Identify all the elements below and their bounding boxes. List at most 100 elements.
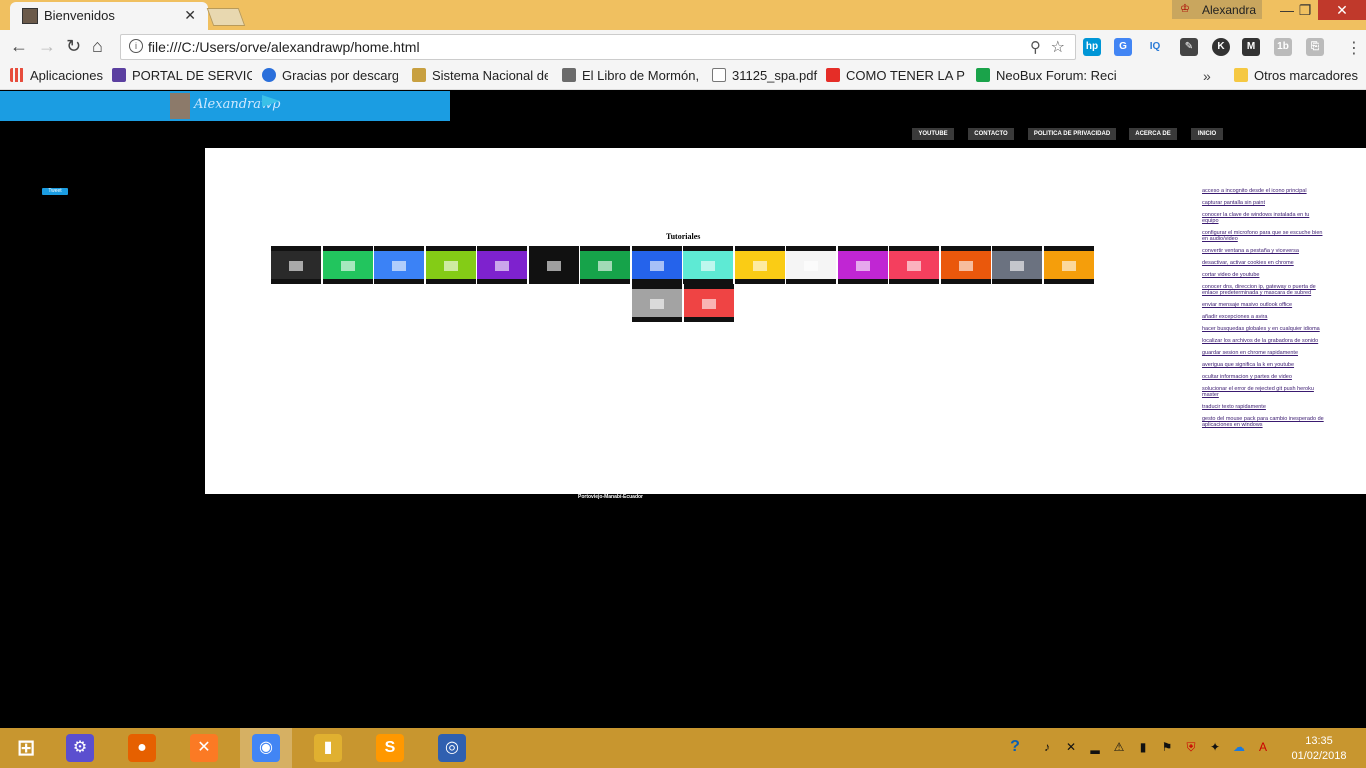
side-link[interactable]: añadir excepciones a avira [1202, 314, 1324, 320]
side-link[interactable]: solucionar el error de rejected git push… [1202, 386, 1324, 398]
video-thumbnail[interactable] [734, 246, 785, 284]
hp-extension-icon[interactable]: hp [1083, 38, 1101, 56]
start-button[interactable]: ⊞ [0, 728, 52, 768]
video-thumbnail[interactable] [632, 284, 682, 322]
video-thumbnail[interactable] [322, 246, 373, 284]
new-tab-button[interactable] [206, 8, 246, 26]
help-icon[interactable]: ? [1008, 739, 1022, 755]
forward-arrow-icon[interactable]: → [38, 36, 56, 57]
address-bar[interactable]: i file:///C:/Users/orve/alexandrawp/home… [120, 34, 1076, 60]
volume-icon[interactable]: ♪ [1040, 740, 1054, 754]
folder-icon [1234, 68, 1248, 82]
avatar [170, 93, 190, 119]
onedrive-icon[interactable]: ☁ [1232, 740, 1246, 754]
usb-icon[interactable]: ▮ [1136, 740, 1150, 754]
side-link[interactable]: gesto del mouse pack para cambio inesper… [1202, 416, 1324, 428]
nav-inicio[interactable]: INICIO [1191, 128, 1223, 140]
bookmark-portal-de-servicio[interactable]: PORTAL DE SERVICIO [112, 68, 252, 86]
zoom-icon[interactable]: ⚲ [1030, 38, 1041, 56]
side-link[interactable]: hacer busquedas globales y en cualquier … [1202, 326, 1324, 332]
side-link[interactable]: desactivar, activar cookies en chrome [1202, 260, 1324, 266]
side-link[interactable]: ocultar informacion y partes de video [1202, 374, 1324, 380]
close-window-button[interactable]: ✕ [1318, 0, 1366, 20]
side-link[interactable]: guardar sesion en chrome rapidamente [1202, 350, 1324, 356]
restore-button[interactable]: ❐ [1288, 0, 1322, 20]
tweet-button[interactable]: Tweet [42, 188, 68, 195]
video-thumbnail[interactable] [528, 246, 579, 284]
video-thumbnail[interactable] [271, 246, 321, 284]
video-thumbnail[interactable] [837, 246, 888, 284]
info-icon[interactable]: i [129, 39, 143, 53]
wifi-icon[interactable]: ▂ [1088, 740, 1102, 754]
video-thumbnail[interactable] [992, 246, 1042, 284]
side-link[interactable]: averigua que significa la k en youtube [1202, 362, 1324, 368]
tools-extension-icon[interactable]: ✎ [1180, 38, 1198, 56]
bookmark-neobux-forum[interactable]: NeoBux Forum: Recib [976, 68, 1116, 86]
adobe-icon[interactable]: A [1256, 740, 1270, 754]
taskbar-chrome[interactable]: ◉ [240, 728, 292, 768]
side-link[interactable]: cortar video de youtube [1202, 272, 1324, 278]
nav-youtube[interactable]: YOUTUBE [912, 128, 954, 140]
network-icon[interactable]: ✕ [1064, 740, 1078, 754]
nav-politica-de-privacidad[interactable]: POLITICA DE PRIVACIDAD [1028, 128, 1116, 140]
nav-contacto[interactable]: CONTACTO [968, 128, 1014, 140]
bookmark-como-tener[interactable]: COMO TENER LA PLA [826, 68, 966, 86]
video-thumbnail[interactable] [786, 246, 836, 284]
more-bookmarks-button[interactable]: » [1203, 68, 1211, 84]
taskbar-settings[interactable]: ⚙ [54, 728, 106, 768]
battery-icon[interactable]: ⚠ [1112, 740, 1126, 754]
other-bookmarks-folder[interactable]: Otros marcadores [1234, 68, 1362, 86]
video-thumbnail[interactable] [683, 246, 733, 284]
video-thumbnail[interactable] [940, 246, 991, 284]
side-link[interactable]: capturar pantalla sin paint [1202, 200, 1324, 206]
taskbar-firefox[interactable]: ● [116, 728, 168, 768]
back-arrow-icon[interactable]: ← [10, 36, 28, 57]
bookmark-gracias-por-descarga[interactable]: Gracias por descarga [262, 68, 398, 86]
translate-extension-icon[interactable]: G [1114, 38, 1132, 56]
1b-extension-icon[interactable]: 1b [1274, 38, 1292, 56]
side-link[interactable]: enviar mensaje masivo outlook office [1202, 302, 1324, 308]
avira-icon[interactable]: ⛨ [1184, 740, 1198, 754]
side-link[interactable]: localizar los archivos de la grabadora d… [1202, 338, 1324, 344]
dropbox-icon[interactable]: ✦ [1208, 740, 1222, 754]
bookmark-pdf-file[interactable]: 31125_spa.pdf [712, 68, 818, 86]
windows-logo-icon: ⊞ [16, 735, 36, 760]
bookmark-star-icon[interactable]: ☆ [1051, 37, 1065, 57]
taskbar-sublime-text[interactable]: S [364, 728, 416, 768]
video-thumbnail[interactable] [1043, 246, 1094, 284]
k-extension-icon[interactable]: K [1212, 38, 1230, 56]
pdf-extension-icon[interactable]: ⎘ [1306, 38, 1324, 56]
video-thumbnail[interactable] [889, 246, 939, 284]
tab-close-icon[interactable]: ✕ [184, 7, 196, 24]
flag-notify-icon[interactable]: ⚑ [1160, 740, 1174, 754]
video-thumbnail[interactable] [580, 246, 630, 284]
side-link[interactable]: traducir texto rapidamente [1202, 404, 1324, 410]
home-icon[interactable]: ⌂ [92, 36, 103, 57]
side-link[interactable]: conocer dns, direccion ip, gateway o pue… [1202, 284, 1324, 296]
m-extension-icon[interactable]: M [1242, 38, 1260, 56]
clock-date: 01/02/2018 [1291, 750, 1347, 762]
side-link[interactable]: acceso a incognito desde el icono princi… [1202, 188, 1324, 194]
taskbar-other-app[interactable]: ◎ [426, 728, 478, 768]
bookmark-aplicaciones[interactable]: Aplicaciones [10, 68, 110, 86]
side-link[interactable]: convertir ventana a pestaña y viceversa [1202, 248, 1324, 254]
nav-acerca-de[interactable]: ACERCA DE [1129, 128, 1177, 140]
taskbar-file-explorer[interactable]: ▮ [302, 728, 354, 768]
iq-extension-icon[interactable]: IQ [1146, 38, 1164, 56]
video-thumbnail[interactable] [684, 284, 734, 322]
taskbar-xampp[interactable]: ✕ [178, 728, 230, 768]
video-thumbnail[interactable] [477, 246, 527, 284]
side-link[interactable]: conocer la clave de windows instalada en… [1202, 212, 1324, 224]
browser-tab-active[interactable]: Bienvenidos ✕ [10, 2, 208, 30]
video-thumbnail[interactable] [631, 246, 682, 284]
video-thumbnail[interactable] [374, 246, 424, 284]
thumbnail-graphic [804, 261, 818, 271]
side-link[interactable]: configurar el microfono para que se escu… [1202, 230, 1324, 242]
bookmark-libro-de-mormon[interactable]: El Libro de Mormón, [562, 68, 698, 86]
system-clock[interactable]: 13:35 01/02/2018 [1284, 734, 1354, 764]
video-thumbnail[interactable] [425, 246, 476, 284]
profile-button[interactable]: ♔ Alexandra [1172, 0, 1262, 19]
browser-menu-icon[interactable]: ⋮ [1346, 38, 1362, 58]
reload-icon[interactable]: ↻ [66, 36, 81, 57]
bookmark-sistema-nacional[interactable]: Sistema Nacional de [412, 68, 548, 86]
